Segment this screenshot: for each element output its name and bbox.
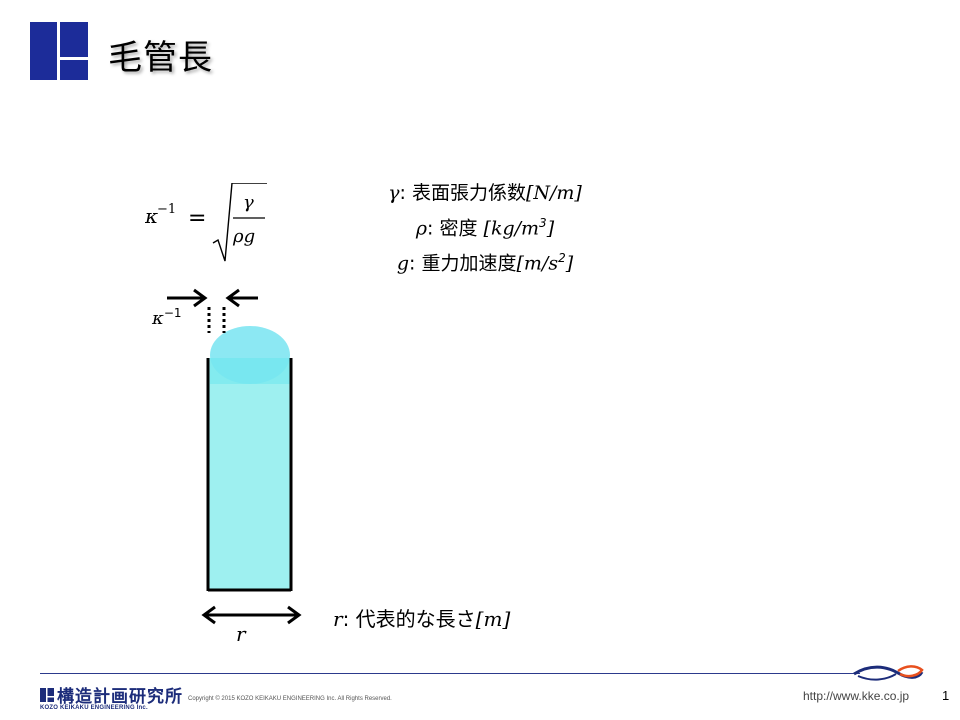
r-label: r (236, 622, 246, 646)
company-url-link[interactable]: http://www.kke.co.jp (803, 689, 909, 703)
definition-r: r: 代表的な長さ[m] (333, 607, 511, 631)
company-name-kanji: 構造計画研究所 (57, 687, 183, 707)
company-mark-icon (40, 687, 54, 702)
company-logo: 構造計画研究所 KOZO KEIKAKU ENGINEERING Inc. (40, 682, 183, 711)
kke-swoosh-icon (853, 665, 924, 681)
kappa-label: κ−1 (152, 306, 182, 329)
page-number: 1 (942, 688, 950, 703)
tube-fluid (208, 358, 291, 590)
footer-divider (40, 673, 860, 674)
copyright-notice: Copyright © 2015 KOZO KEIKAKU ENGINEERIN… (188, 696, 392, 702)
